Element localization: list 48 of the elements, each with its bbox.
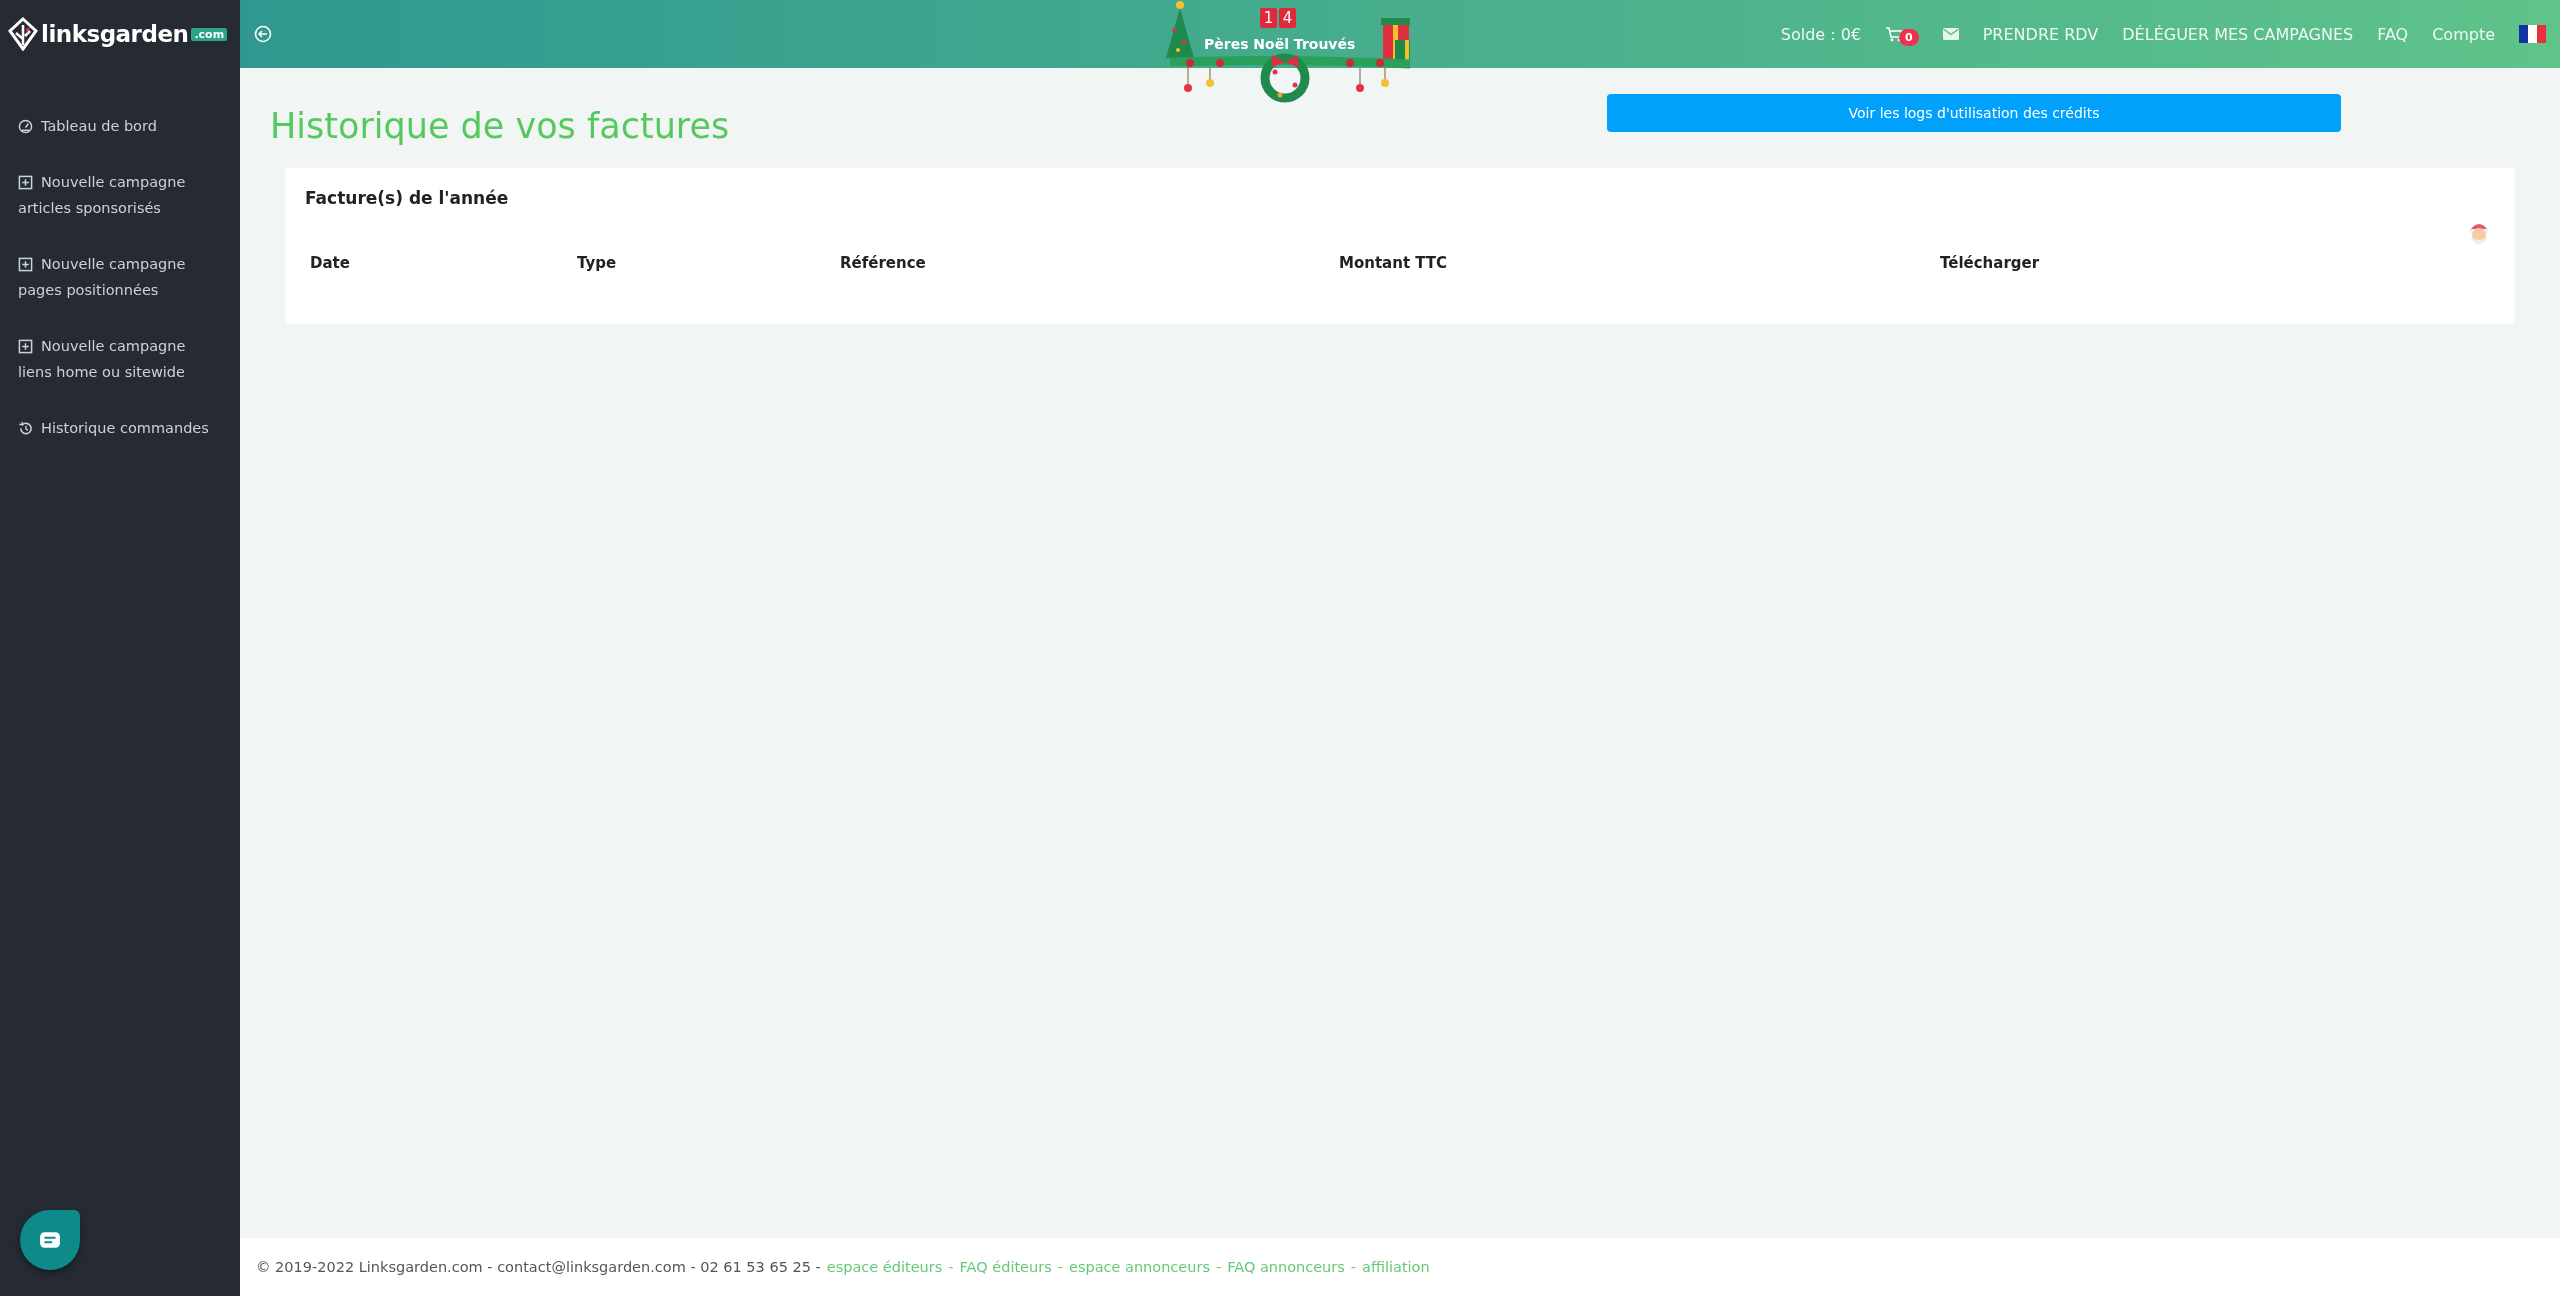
mail-icon[interactable] [1942,28,1959,40]
menu-item-label[interactable]: Historique commandes [41,420,209,436]
logo-leaf-icon [8,17,38,51]
banner-caption: Pères Noël Trouvés [1204,36,1356,52]
menu-item-label[interactable]: Nouvelle campagne [41,174,186,190]
footer-link[interactable]: FAQ éditeurs [959,1259,1052,1275]
menu-item-label[interactable]: articles sponsorisés [18,200,240,216]
footer-text: © 2019-2022 Linksgarden.com - contact@linksgarden.com - 02 61 53 65 25 - [256,1259,821,1275]
menu-item-label[interactable]: pages positionnées [18,282,240,298]
column-header: Télécharger [1940,254,2041,272]
french-flag-icon[interactable] [2519,25,2546,43]
menu-item-label[interactable]: Tableau de bord [41,118,157,134]
column-header: Montant TTC [1339,254,1449,272]
menu-item-label[interactable]: liens home ou sitewide [18,364,240,380]
nav-link[interactable]: FAQ [2377,24,2409,44]
balance-text: Solde : 0€ [1780,24,1862,44]
footer-link[interactable]: espace éditeurs [826,1259,943,1275]
card-title: Facture(s) de l'année [305,187,510,208]
page-title: Historique de vos factures [270,105,731,146]
footer-link[interactable]: espace annonceurs [1068,1259,1210,1275]
credit-logs-button[interactable]: Voir les logs d'utilisation des crédits [1607,94,2341,132]
footer-link[interactable]: affiliation [1362,1259,1430,1275]
column-header: Référence [840,254,927,272]
chat-button[interactable] [20,1210,80,1270]
separator-text: - [1350,1259,1357,1275]
nav-link[interactable]: DÉLÉGUER MES CAMPAGNES [2122,24,2354,44]
plus-square-icon [18,174,33,190]
column-header: Type [577,254,618,272]
plus-square-icon [18,338,33,354]
plus-square-icon [18,256,33,272]
gauge-icon [18,118,33,134]
menu-item-label[interactable]: Nouvelle campagne [41,338,186,354]
nav-link[interactable]: PRENDRE RDV [1982,24,2099,44]
separator-text: - [1057,1259,1063,1275]
logo-domain-badge: .com [191,27,228,41]
separator-text: - [948,1259,954,1275]
counter-digit: 4 [1279,8,1296,28]
cart-icon[interactable] [1885,26,1904,42]
logo-text: linksgarden [41,21,189,47]
history-icon [18,420,33,436]
separator-text: - [1215,1259,1222,1275]
chat-icon [39,1231,61,1249]
menu-item-label[interactable]: Nouvelle campagne [41,256,186,272]
footer-link[interactable]: FAQ annonceurs [1227,1259,1345,1275]
column-header: Date [310,254,351,272]
cart-count-badge: 0 [1899,28,1919,46]
counter-digit: 1 [1260,8,1277,28]
nav-link[interactable]: Compte [2432,24,2495,44]
